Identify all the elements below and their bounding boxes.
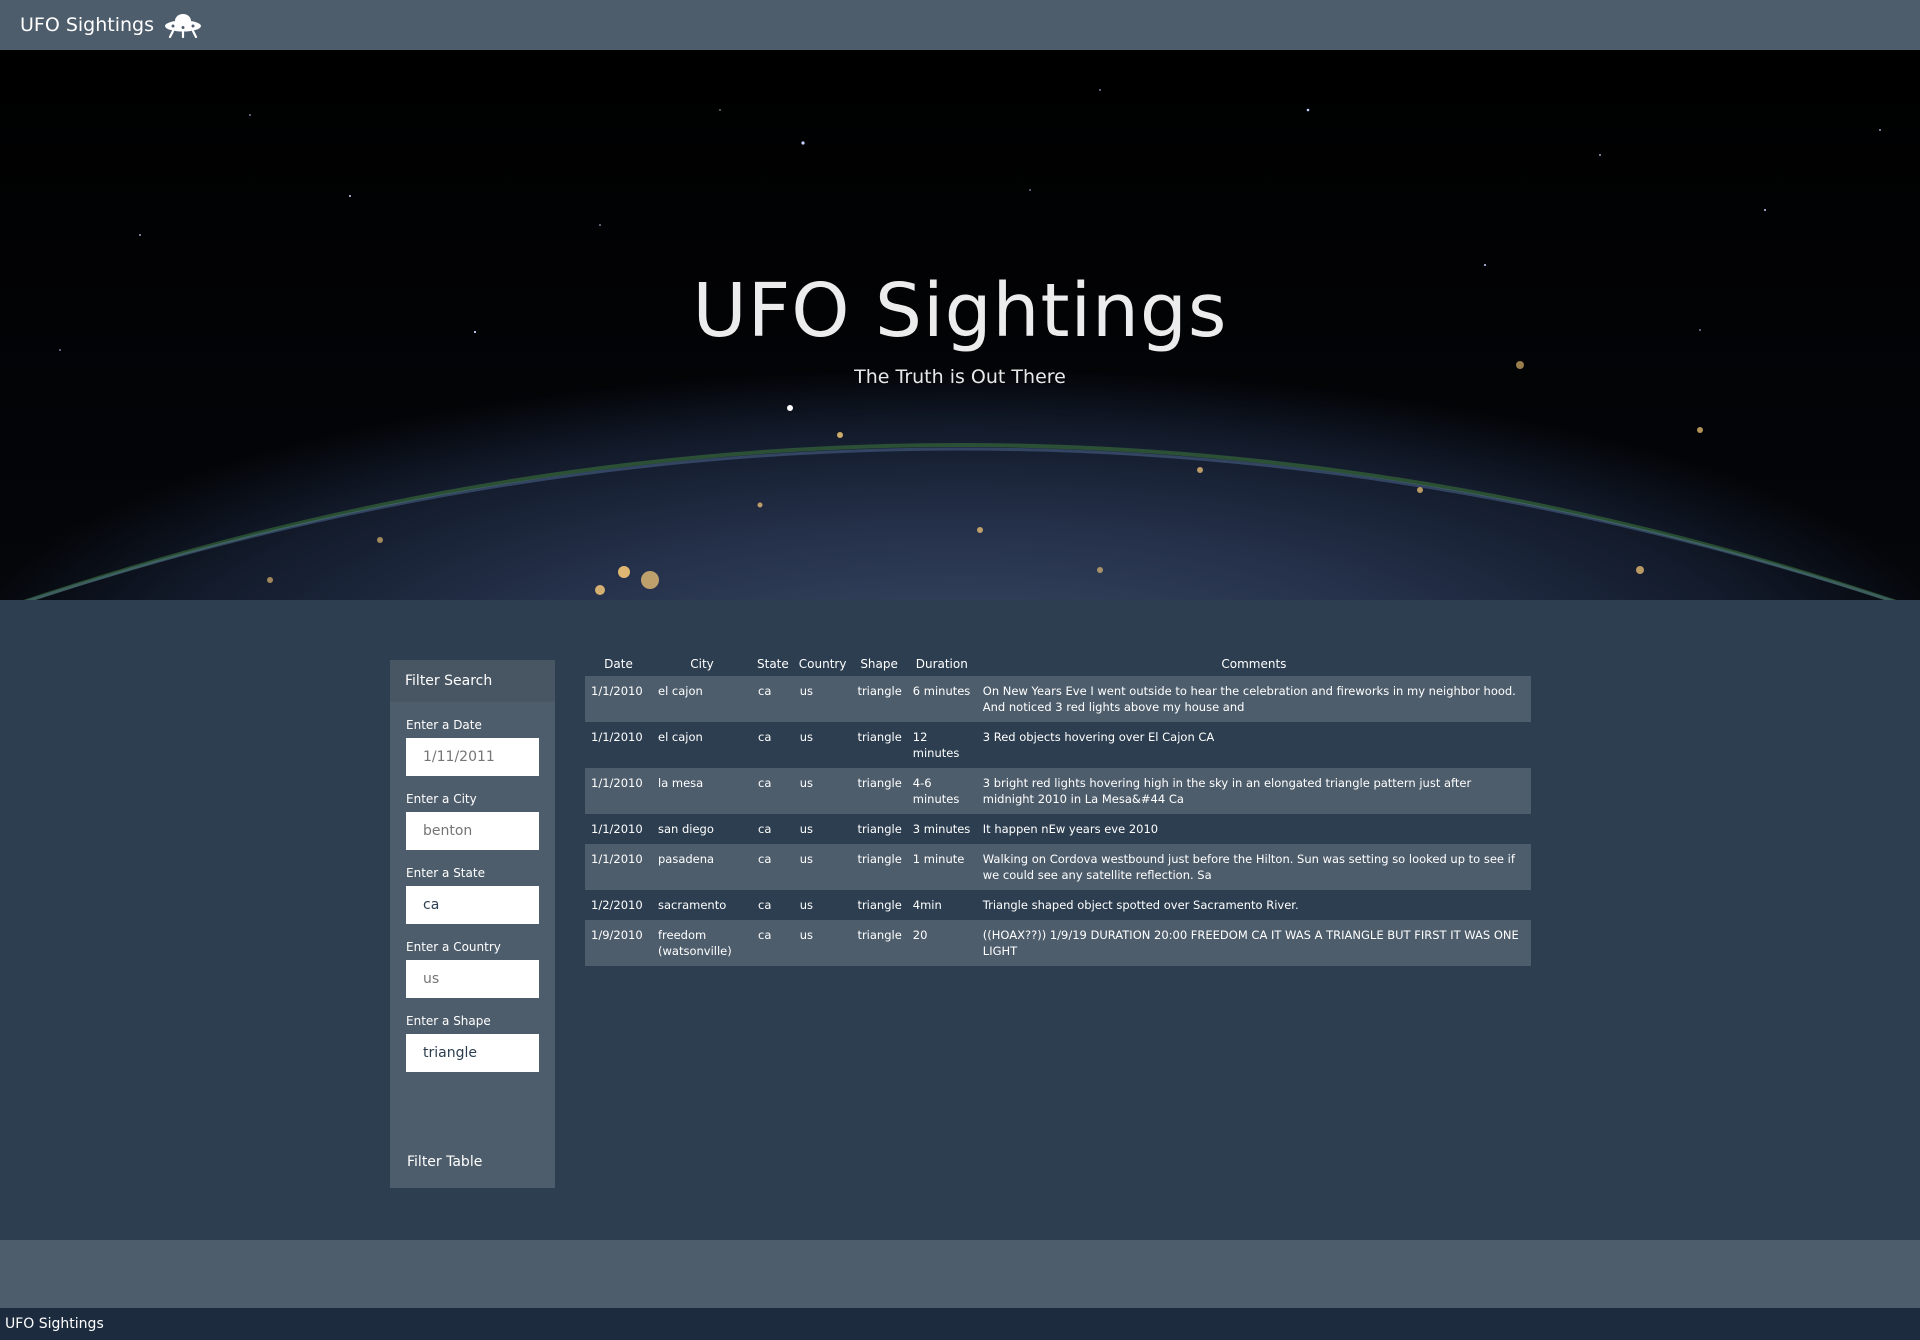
cell-date: 1/1/2010 bbox=[591, 684, 643, 698]
shape-input[interactable] bbox=[406, 1034, 539, 1072]
cell-country: us bbox=[799, 852, 814, 866]
sightings-table-container: Date City State Country Shape Duration C… bbox=[585, 653, 1531, 966]
cell-duration: 3 minutes bbox=[912, 822, 971, 836]
filter-table-button[interactable]: Filter Table bbox=[407, 1154, 482, 1170]
cell-date: 1/1/2010 bbox=[591, 852, 643, 866]
cell-comments: Walking on Cordova westbound just before… bbox=[982, 852, 1515, 882]
cell-city: sacramento bbox=[658, 898, 727, 912]
cell-date: 1/2/2010 bbox=[591, 898, 643, 912]
ufo-icon bbox=[165, 14, 202, 38]
cell-country: us bbox=[799, 730, 814, 744]
cell-shape: triangle bbox=[857, 684, 902, 698]
cell-duration: 12 minutes bbox=[912, 730, 960, 760]
table-row: 1/1/2010 la mesa ca us triangle 4-6 minu… bbox=[585, 768, 1531, 814]
cell-state: ca bbox=[758, 684, 772, 698]
shape-filter-group: Enter a Shape bbox=[390, 1014, 555, 1072]
column-header-comments: Comments bbox=[1221, 657, 1287, 671]
cell-country: us bbox=[799, 898, 814, 912]
table-header: Date City State Country Shape Duration C… bbox=[585, 653, 1531, 676]
table-row: 1/1/2010 el cajon ca us triangle 12 minu… bbox=[585, 722, 1531, 768]
country-filter-group: Enter a Country bbox=[390, 940, 555, 998]
cell-state: ca bbox=[758, 898, 772, 912]
brand-link[interactable]: UFO Sightings bbox=[20, 12, 202, 38]
cell-city: el cajon bbox=[658, 684, 703, 698]
cell-shape: triangle bbox=[857, 822, 902, 836]
brand-text: UFO Sightings bbox=[20, 14, 155, 36]
cell-comments: 3 bright red lights hovering high in the… bbox=[982, 776, 1472, 806]
state-label: Enter a State bbox=[406, 866, 485, 880]
filter-panel: Filter Search Enter a Date Enter a City … bbox=[390, 660, 555, 1188]
cell-duration: 4-6 minutes bbox=[912, 776, 960, 806]
column-header-country: Country bbox=[798, 657, 847, 671]
state-filter-group: Enter a State bbox=[390, 866, 555, 924]
cell-date: 1/9/2010 bbox=[591, 928, 643, 942]
cell-country: us bbox=[799, 776, 814, 790]
date-input[interactable] bbox=[406, 738, 539, 776]
cell-comments: 3 Red objects hovering over El Cajon CA bbox=[982, 730, 1215, 744]
cell-duration: 6 minutes bbox=[912, 684, 971, 698]
cell-comments: It happen nEw years eve 2010 bbox=[982, 822, 1159, 836]
footer-text: UFO Sightings bbox=[5, 1316, 104, 1332]
table-row: 1/1/2010 pasadena ca us triangle 1 minut… bbox=[585, 844, 1531, 890]
cell-city: pasadena bbox=[658, 852, 715, 866]
cell-date: 1/1/2010 bbox=[591, 776, 643, 790]
city-input[interactable] bbox=[406, 812, 539, 850]
shape-label: Enter a Shape bbox=[406, 1014, 491, 1028]
cell-shape: triangle bbox=[857, 776, 902, 790]
cell-shape: triangle bbox=[857, 852, 902, 866]
cell-duration: 1 minute bbox=[912, 852, 965, 866]
cell-city: freedom (watsonville) bbox=[658, 928, 732, 958]
footer-band bbox=[0, 1240, 1920, 1308]
hero-title: UFO Sightings bbox=[692, 268, 1228, 354]
footer: UFO Sightings bbox=[0, 1308, 1920, 1340]
cell-shape: triangle bbox=[857, 898, 902, 912]
navbar: UFO Sightings bbox=[0, 0, 1920, 50]
country-label: Enter a Country bbox=[406, 940, 501, 954]
cell-date: 1/1/2010 bbox=[591, 822, 643, 836]
table-body: 1/1/2010 el cajon ca us triangle 6 minut… bbox=[585, 676, 1531, 966]
cell-duration: 4min bbox=[912, 898, 942, 912]
cell-comments: On New Years Eve I went outside to hear … bbox=[982, 684, 1516, 714]
hero-banner: UFO Sightings The Truth is Out There bbox=[0, 50, 1920, 600]
cell-country: us bbox=[799, 928, 814, 942]
city-label: Enter a City bbox=[406, 792, 477, 806]
cell-state: ca bbox=[758, 928, 772, 942]
column-header-state: State bbox=[757, 657, 789, 671]
cell-duration: 20 bbox=[912, 928, 928, 942]
city-filter-group: Enter a City bbox=[390, 792, 555, 850]
cell-country: us bbox=[799, 822, 814, 836]
country-input[interactable] bbox=[406, 960, 539, 998]
cell-state: ca bbox=[758, 730, 772, 744]
cell-shape: triangle bbox=[857, 730, 902, 744]
cell-shape: triangle bbox=[857, 928, 902, 942]
date-label: Enter a Date bbox=[406, 718, 482, 732]
column-header-city: City bbox=[690, 657, 714, 671]
column-header-duration: Duration bbox=[915, 657, 968, 671]
column-header-shape: Shape bbox=[860, 657, 898, 671]
cell-state: ca bbox=[758, 852, 772, 866]
table-row: 1/9/2010 freedom (watsonville) ca us tri… bbox=[585, 920, 1531, 966]
state-input[interactable] bbox=[406, 886, 539, 924]
table-row: 1/1/2010 el cajon ca us triangle 6 minut… bbox=[585, 676, 1531, 722]
filter-panel-heading: Filter Search bbox=[390, 660, 555, 702]
sightings-table: Date City State Country Shape Duration C… bbox=[585, 653, 1531, 966]
cell-state: ca bbox=[758, 822, 772, 836]
cell-comments: Triangle shaped object spotted over Sacr… bbox=[982, 898, 1299, 912]
table-row: 1/2/2010 sacramento ca us triangle 4min … bbox=[585, 890, 1531, 920]
cell-state: ca bbox=[758, 776, 772, 790]
date-filter-group: Enter a Date bbox=[390, 718, 555, 776]
cell-city: la mesa bbox=[658, 776, 704, 790]
table-row: 1/1/2010 san diego ca us triangle 3 minu… bbox=[585, 814, 1531, 844]
cell-city: el cajon bbox=[658, 730, 703, 744]
cell-country: us bbox=[799, 684, 814, 698]
cell-city: san diego bbox=[658, 822, 714, 836]
cell-date: 1/1/2010 bbox=[591, 730, 643, 744]
cell-comments: ((HOAX??)) 1/9/19 DURATION 20:00 FREEDOM… bbox=[982, 928, 1519, 958]
header-row: Date City State Country Shape Duration C… bbox=[585, 653, 1531, 676]
column-header-date: Date bbox=[604, 657, 633, 671]
hero-subtitle: The Truth is Out There bbox=[854, 366, 1066, 388]
